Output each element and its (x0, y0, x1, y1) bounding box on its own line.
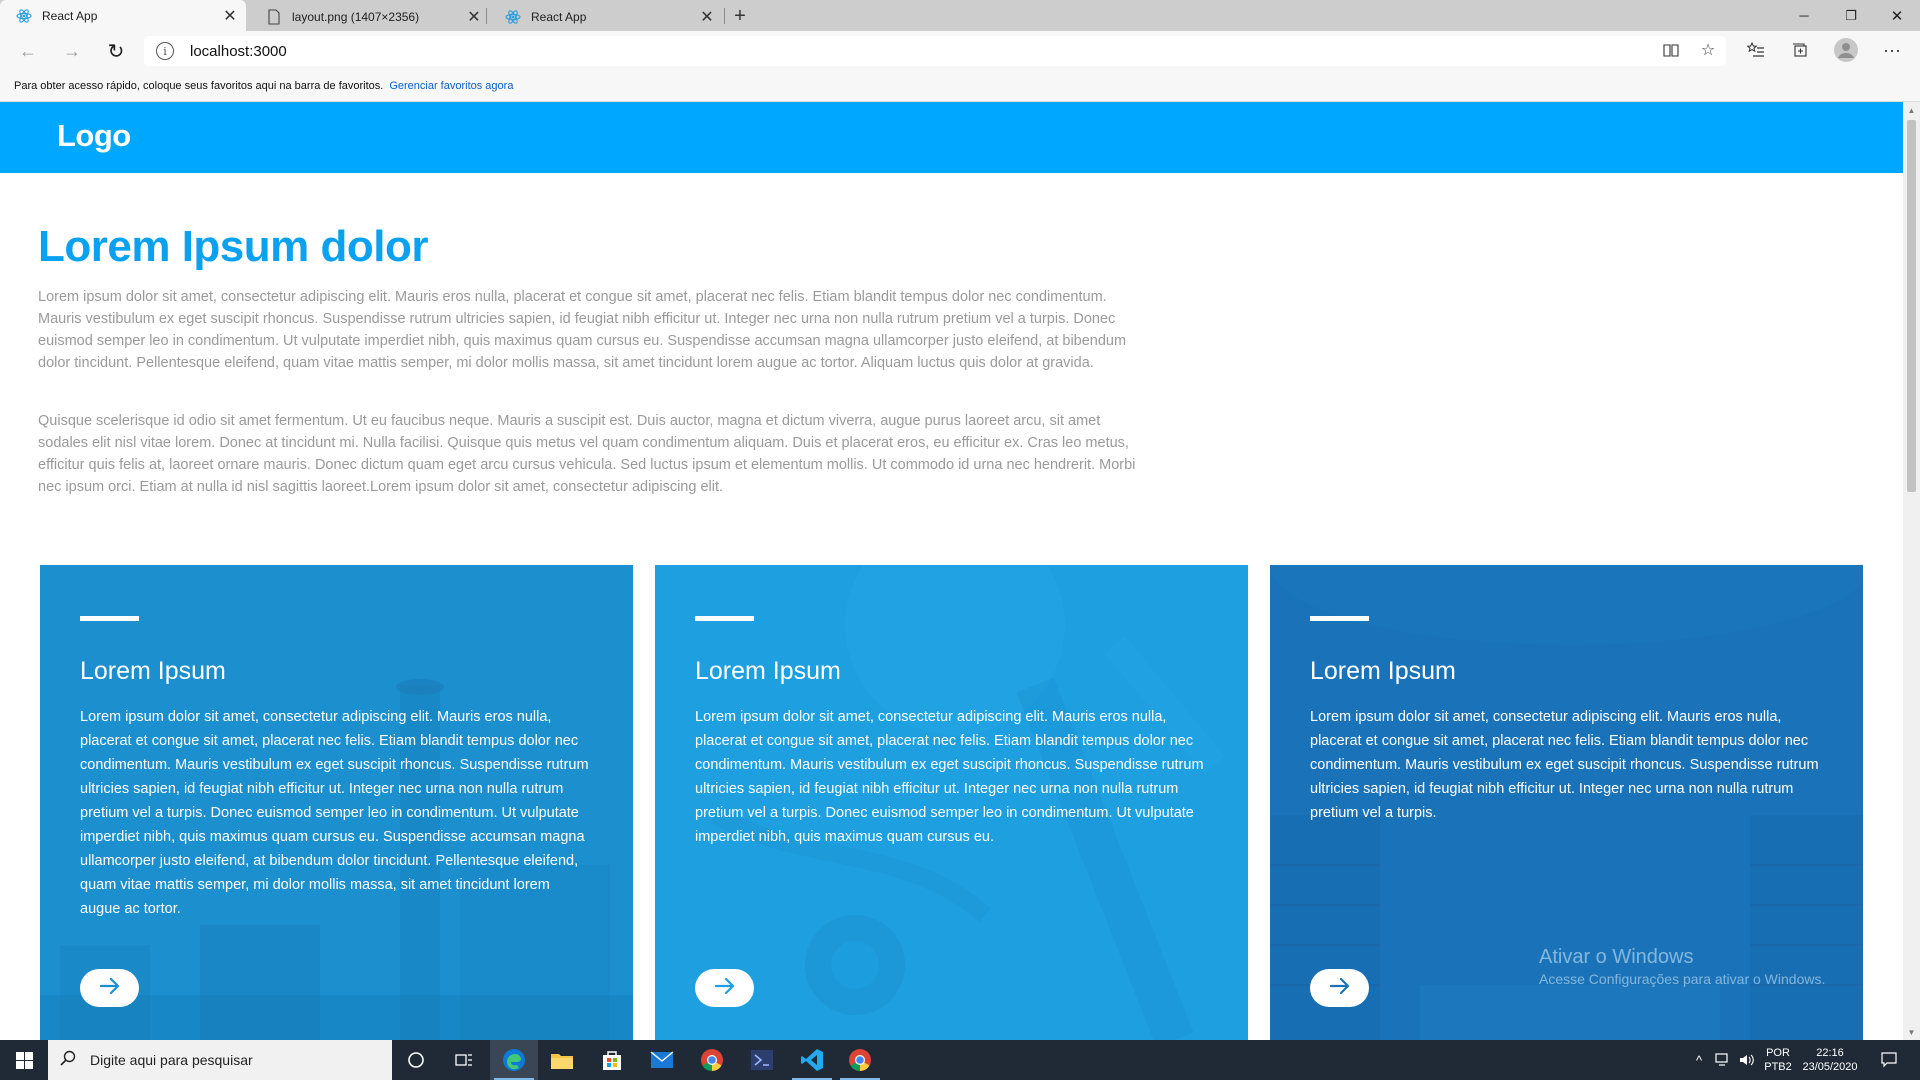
search-icon (60, 1050, 80, 1071)
manage-favorites-link[interactable]: Gerenciar favoritos agora (389, 80, 513, 92)
react-icon (505, 9, 521, 25)
collections-icon[interactable] (1786, 36, 1814, 64)
watermark-title: Ativar o Windows (1539, 946, 1694, 968)
scroll-down-icon[interactable]: ▼ (1903, 1024, 1920, 1040)
page-scrollbar[interactable]: ▲ ▼ (1903, 102, 1920, 1040)
immersive-reader-icon[interactable] (1657, 36, 1685, 64)
vscode-icon[interactable] (788, 1040, 836, 1080)
close-tab-icon[interactable]: ✕ (697, 7, 717, 27)
tab-separator (724, 8, 725, 24)
tab-title: React App (42, 8, 98, 23)
task-view-icon[interactable] (440, 1040, 488, 1080)
site-logo[interactable]: Logo (57, 118, 131, 154)
tab-separator (486, 8, 487, 24)
edge-icon[interactable] (490, 1040, 538, 1080)
forward-icon[interactable]: → (56, 35, 88, 67)
keyboard-layout: PTB2 (1764, 1061, 1792, 1073)
search-placeholder: Digite aqui para pesquisar (90, 1052, 253, 1068)
feature-card: Lorem Ipsum Lorem ipsum dolor sit amet, … (655, 565, 1248, 1040)
tab-title: React App (531, 9, 587, 24)
more-menu-icon[interactable]: ··· (1878, 36, 1906, 64)
close-window-icon[interactable]: ✕ (1874, 0, 1920, 31)
site-header: Logo (0, 102, 1903, 173)
cortana-icon[interactable] (392, 1040, 440, 1080)
card-title: Lorem Ipsum (1310, 657, 1456, 685)
browser-tab-strip: React App ✕ layout.png (1407×2356) ✕ Rea… (0, 0, 1920, 31)
new-tab-button[interactable]: + (728, 4, 752, 28)
feature-card: Lorem Ipsum Lorem ipsum dolor sit amet, … (40, 565, 633, 1040)
card-arrow-button[interactable] (695, 969, 754, 1007)
card-accent-bar (695, 616, 754, 621)
notifications-icon[interactable] (1878, 1050, 1900, 1070)
clock[interactable]: 22:16 23/05/2020 (1798, 1046, 1862, 1074)
close-tab-icon[interactable]: ✕ (464, 7, 484, 27)
card-arrow-button[interactable] (80, 969, 139, 1007)
card-text: Lorem ipsum dolor sit amet, consectetur … (695, 709, 1204, 845)
card-title: Lorem Ipsum (80, 657, 226, 685)
tab-layout-png[interactable]: layout.png (1407×2356) ✕ (250, 2, 490, 31)
card-text: Lorem ipsum dolor sit amet, consectetur … (80, 709, 589, 917)
arrow-right-icon (714, 977, 735, 999)
back-icon[interactable]: ← (12, 35, 44, 67)
visual-studio-icon[interactable] (738, 1040, 786, 1080)
react-icon (16, 8, 32, 24)
show-hidden-icons-icon[interactable]: ^ (1689, 1050, 1709, 1070)
favorites-icon[interactable] (1742, 36, 1770, 64)
card-title: Lorem Ipsum (695, 657, 841, 685)
address-text[interactable]: localhost:3000 (190, 43, 287, 60)
card-arrow-button[interactable] (1310, 969, 1369, 1007)
page-viewport: Logo Lorem Ipsum dolor Lorem ipsum dolor… (0, 102, 1903, 1040)
arrow-right-icon (1329, 977, 1350, 999)
refresh-icon[interactable]: ↻ (100, 35, 132, 67)
minimize-icon[interactable]: ─ (1781, 0, 1827, 31)
language-indicator[interactable]: POR PTB2 (1762, 1046, 1794, 1074)
taskbar-search-box[interactable]: Digite aqui para pesquisar (48, 1040, 392, 1080)
network-icon[interactable] (1713, 1050, 1733, 1070)
card-accent-bar (80, 616, 139, 621)
store-icon[interactable] (588, 1040, 636, 1080)
mail-icon[interactable] (638, 1040, 686, 1080)
favorites-bar: Para obter acesso rápido, coloque seus f… (0, 71, 1920, 102)
profile-avatar-icon[interactable] (1832, 36, 1860, 64)
browser-toolbar: ← → ↻ i localhost:3000 ☆ ··· (0, 31, 1920, 71)
windows-activation-watermark: Ativar o Windows Acesse Configurações pa… (1539, 946, 1825, 987)
card-text: Lorem ipsum dolor sit amet, consectetur … (1310, 709, 1819, 821)
address-bar[interactable]: i localhost:3000 (144, 36, 1726, 66)
scroll-up-icon[interactable]: ▲ (1903, 102, 1920, 118)
favorite-star-icon[interactable]: ☆ (1694, 36, 1722, 64)
clock-time: 22:16 (1816, 1047, 1844, 1059)
tab-react-app[interactable]: React App ✕ (489, 2, 723, 31)
tab-react-app-active[interactable]: React App ✕ (0, 0, 246, 31)
clock-date: 23/05/2020 (1802, 1061, 1858, 1073)
scrollbar-thumb[interactable] (1907, 120, 1916, 492)
close-tab-icon[interactable]: ✕ (220, 6, 240, 26)
windows-start-icon[interactable] (0, 1040, 48, 1080)
site-info-icon[interactable]: i (156, 42, 174, 60)
chrome-icon[interactable] (836, 1040, 884, 1080)
chrome-icon[interactable] (688, 1040, 736, 1080)
hero-paragraph: Quisque scelerisque id odio sit amet fer… (38, 413, 1136, 495)
tab-title: layout.png (1407×2356) (292, 9, 420, 24)
restore-icon[interactable]: ❐ (1828, 0, 1874, 31)
card-accent-bar (1310, 616, 1369, 621)
hero-paragraph: Lorem ipsum dolor sit amet, consectetur … (38, 289, 1127, 371)
volume-icon[interactable] (1737, 1050, 1757, 1070)
page-icon (266, 8, 282, 25)
arrow-right-icon (99, 977, 120, 999)
favorites-prompt: Para obter acesso rápido, coloque seus f… (14, 80, 384, 92)
language-code: POR (1766, 1047, 1790, 1059)
watermark-subtitle: Acesse Configurações para ativar o Windo… (1539, 971, 1826, 987)
hero-title: Lorem Ipsum dolor (38, 222, 428, 271)
windows-taskbar: Digite aqui para pesquisar ^ POR PTB2 22… (0, 1040, 1920, 1080)
file-explorer-icon[interactable] (538, 1040, 586, 1080)
